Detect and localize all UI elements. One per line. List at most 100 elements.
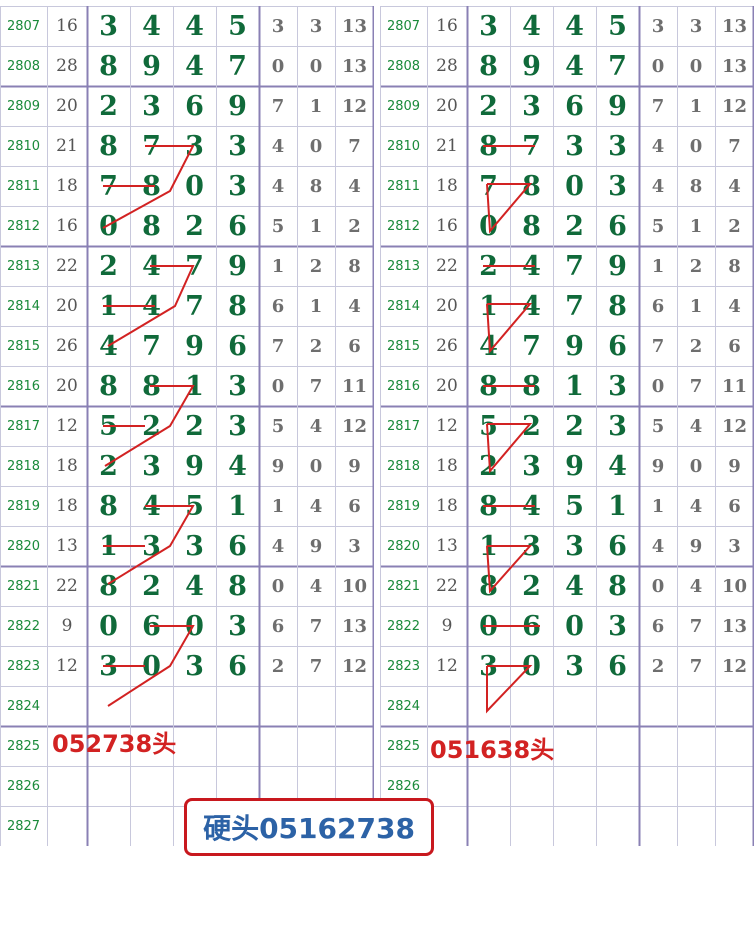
span-value xyxy=(677,686,715,726)
digit-sum: 28 xyxy=(436,56,458,76)
issue-number: 2817 xyxy=(386,418,421,434)
digit-sum: 16 xyxy=(56,216,78,236)
draw-digit: 6 xyxy=(608,330,627,362)
draw-digit: 6 xyxy=(608,650,627,682)
issue-number: 2813 xyxy=(6,258,41,274)
draw-digit xyxy=(216,726,259,766)
draw-digit: 3 xyxy=(185,130,204,162)
span-value: 4 xyxy=(309,495,323,517)
span-value: 2 xyxy=(309,255,323,277)
draw-digit: 8 xyxy=(99,50,118,82)
draw-digit: 0 xyxy=(142,650,161,682)
issue-number: 2814 xyxy=(386,298,421,314)
span-value: 9 xyxy=(689,535,703,557)
digit-sum: 20 xyxy=(56,296,78,316)
right-prediction-note: 051638头 xyxy=(430,736,555,764)
draw-digit: 9 xyxy=(142,50,161,82)
digit-sum xyxy=(427,686,467,726)
span-value: 6 xyxy=(728,335,741,357)
table-row: 2808 28 8 9 4 7 0 0 13 xyxy=(0,46,374,86)
draw-digit: 5 xyxy=(479,410,498,442)
draw-digit: 7 xyxy=(228,50,247,82)
draw-digit: 2 xyxy=(522,570,541,602)
draw-digit: 7 xyxy=(142,330,161,362)
left-prediction-note: 052738头 xyxy=(52,730,177,758)
draw-digit: 3 xyxy=(228,370,247,402)
issue-number: 2815 xyxy=(6,338,41,354)
table-row: 2820 13 1 3 3 6 4 9 3 xyxy=(0,526,374,566)
draw-digit: 4 xyxy=(142,290,161,322)
draw-digit xyxy=(596,806,639,846)
draw-digit: 1 xyxy=(228,490,247,522)
digit-sum xyxy=(47,686,87,726)
draw-digit: 0 xyxy=(185,610,204,642)
digit-sum: 12 xyxy=(56,416,78,436)
span-value: 12 xyxy=(721,415,748,437)
table-row: 2817 12 5 2 2 3 5 4 12 xyxy=(380,406,754,446)
draw-digit: 7 xyxy=(522,130,541,162)
table-row: 2819 18 8 4 5 1 1 4 6 xyxy=(380,486,754,526)
span-value: 4 xyxy=(651,135,665,157)
span-value: 2 xyxy=(271,655,285,677)
digit-sum: 22 xyxy=(56,576,78,596)
draw-digit: 7 xyxy=(522,330,541,362)
table-row: 2811 18 7 8 0 3 4 8 4 xyxy=(0,166,374,206)
table-row: 2827 xyxy=(380,806,754,846)
left-chart-panel: 2807 16 3 4 4 5 3 3 13 2808 28 8 9 4 7 0 0 13 2809 20 2 3 6 9 7 1… xyxy=(0,6,374,846)
digit-sum: 12 xyxy=(436,656,458,676)
span-value: 10 xyxy=(341,575,368,597)
draw-digit: 4 xyxy=(565,570,584,602)
draw-digit: 8 xyxy=(522,210,541,242)
span-value: 0 xyxy=(309,135,323,157)
span-value: 10 xyxy=(721,575,748,597)
draw-digit: 8 xyxy=(479,490,498,522)
draw-digit xyxy=(130,766,173,806)
digit-sum: 12 xyxy=(56,656,78,676)
span-value: 1 xyxy=(651,495,665,517)
draw-digit xyxy=(130,806,173,846)
span-value: 0 xyxy=(689,55,703,77)
draw-digit: 4 xyxy=(565,50,584,82)
draw-digit: 0 xyxy=(479,610,498,642)
span-value: 8 xyxy=(309,175,323,197)
draw-digit: 0 xyxy=(522,650,541,682)
span-value: 7 xyxy=(651,335,665,357)
draw-digit: 1 xyxy=(608,490,627,522)
draw-digit: 5 xyxy=(565,490,584,522)
span-value: 3 xyxy=(689,15,703,37)
draw-digit: 8 xyxy=(608,290,627,322)
digit-sum: 16 xyxy=(436,16,458,36)
draw-digit: 8 xyxy=(99,130,118,162)
digit-sum: 18 xyxy=(436,456,458,476)
span-value: 1 xyxy=(689,215,703,237)
draw-digit: 4 xyxy=(185,10,204,42)
draw-digit: 7 xyxy=(608,50,627,82)
draw-digit: 6 xyxy=(228,330,247,362)
span-value: 2 xyxy=(728,215,741,237)
issue-number: 2822 xyxy=(6,618,41,634)
table-row: 2814 20 1 4 7 8 6 1 4 xyxy=(0,286,374,326)
span-value: 4 xyxy=(271,135,285,157)
issue-number: 2812 xyxy=(386,218,421,234)
table-row: 2822 9 0 6 0 3 6 7 13 xyxy=(380,606,754,646)
span-value: 7 xyxy=(689,655,703,677)
draw-digit: 0 xyxy=(99,610,118,642)
span-value: 7 xyxy=(309,615,323,637)
span-value: 1 xyxy=(309,95,323,117)
draw-digit: 3 xyxy=(142,90,161,122)
draw-digit: 8 xyxy=(608,570,627,602)
draw-digit: 2 xyxy=(565,210,584,242)
digit-sum: 18 xyxy=(436,496,458,516)
digit-sum xyxy=(47,806,87,846)
draw-digit: 3 xyxy=(185,530,204,562)
draw-digit: 7 xyxy=(99,170,118,202)
draw-digit: 6 xyxy=(228,210,247,242)
table-row: 2815 26 4 7 9 6 7 2 6 xyxy=(380,326,754,366)
span-value: 7 xyxy=(689,615,703,637)
span-value: 5 xyxy=(271,215,285,237)
draw-digit: 3 xyxy=(228,410,247,442)
span-value: 6 xyxy=(348,495,361,517)
span-value: 1 xyxy=(271,255,285,277)
span-value: 2 xyxy=(348,215,361,237)
span-value: 4 xyxy=(309,415,323,437)
